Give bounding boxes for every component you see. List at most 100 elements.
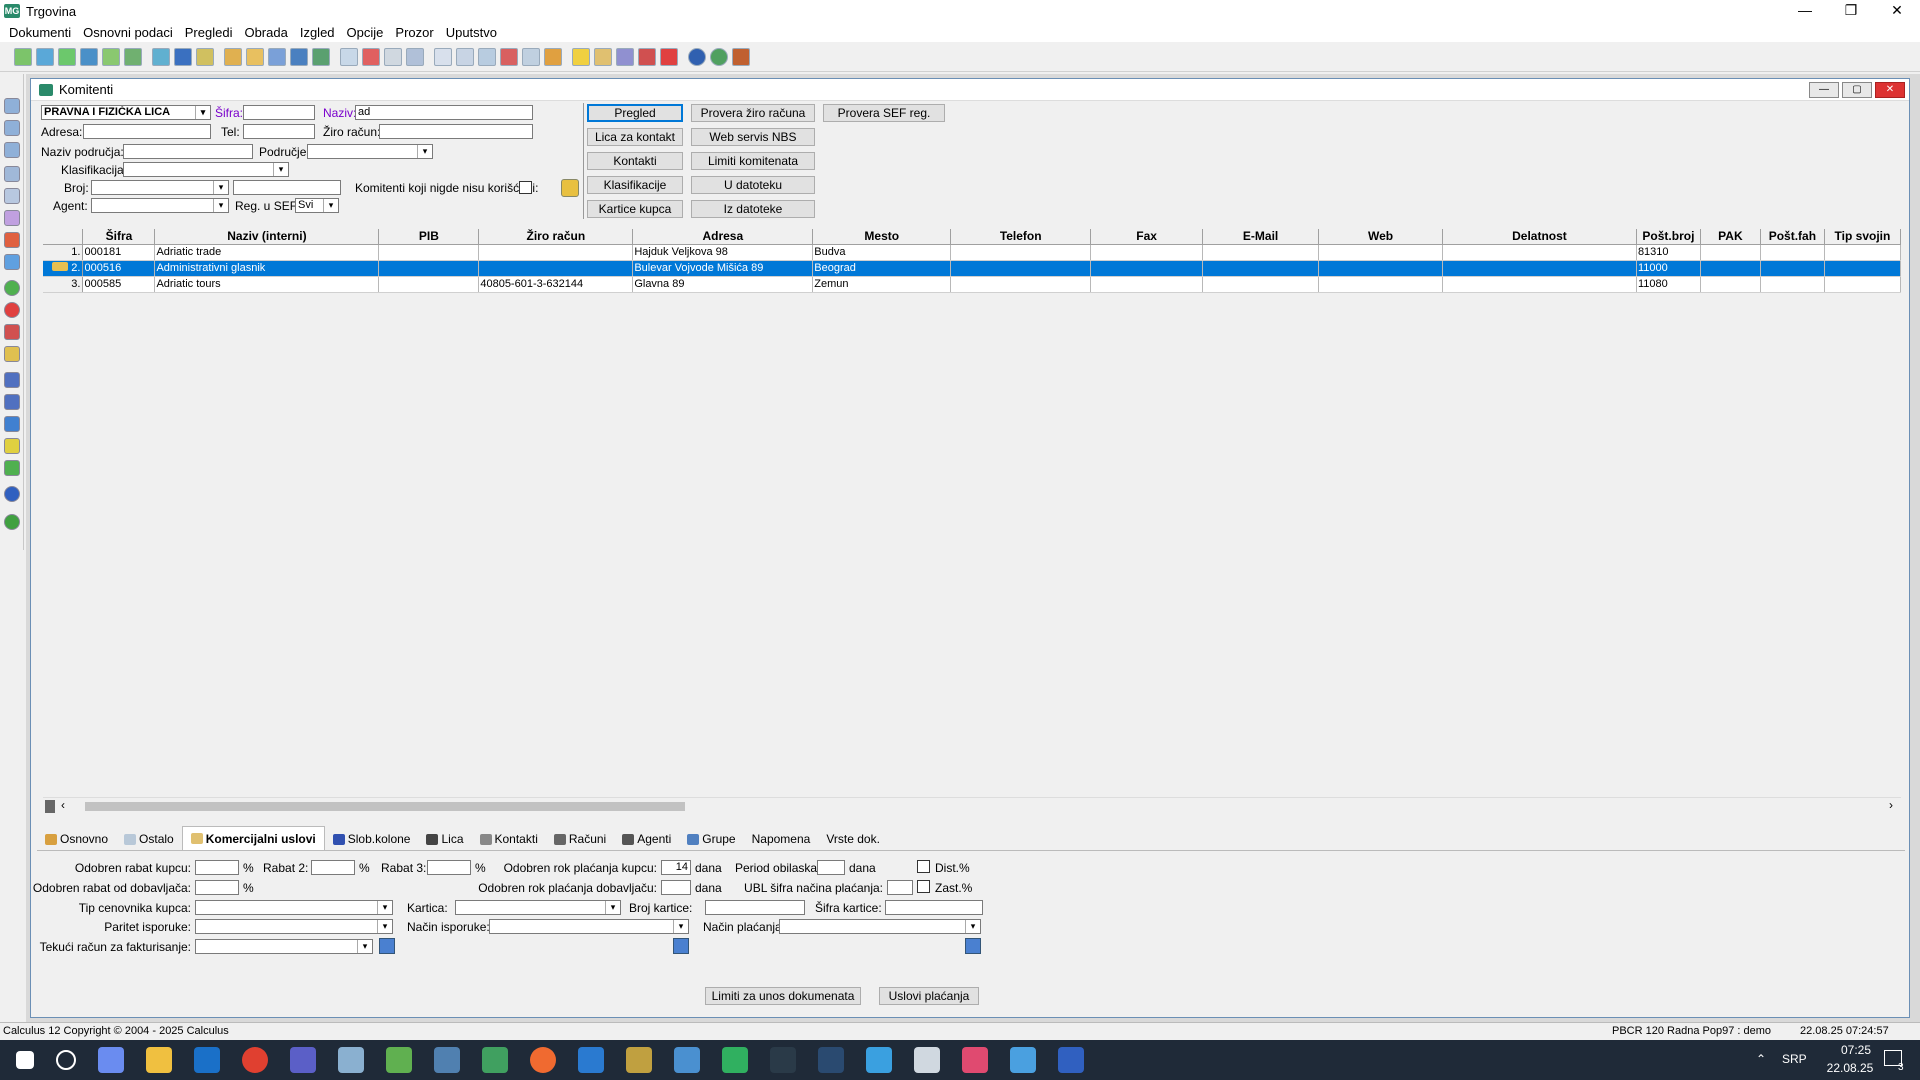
git-icon[interactable] [626,1047,652,1073]
notepad-icon[interactable] [338,1047,364,1073]
provera-ziro-button[interactable]: Provera žiro računa [691,104,815,122]
cell-pib[interactable] [378,260,480,277]
limiti-komitenata-button[interactable]: Limiti komitenata [691,152,815,170]
copy-icon[interactable] [478,47,496,66]
cell-ziro[interactable] [478,244,634,261]
rabat2-input[interactable] [311,860,355,875]
col-telefon[interactable]: Telefon [950,229,1092,245]
mdi-minimize-icon[interactable]: — [1809,82,1839,98]
dist-checkbox[interactable] [917,860,930,873]
cell-naziv[interactable]: Adriatic tours [154,276,380,293]
language-indicator[interactable]: SRP [1782,1052,1807,1066]
uslovi-placanja-button[interactable]: Uslovi plaćanja [879,987,979,1005]
menu-uputstvo[interactable]: Uputstvo [440,25,503,40]
col-pib[interactable]: PIB [378,229,480,245]
tab-ostalo[interactable]: Ostalo [116,828,182,850]
chart-icon[interactable] [500,47,518,66]
side-help-icon[interactable] [4,486,20,502]
print-icon[interactable] [124,47,142,66]
mdi-maximize-icon[interactable]: ▢ [1842,82,1872,98]
nacin-isporuke-combo[interactable]: ▾ [489,919,689,934]
window-icon[interactable] [522,47,540,66]
file-explorer-icon[interactable] [146,1047,172,1073]
delete-icon[interactable] [362,47,380,66]
side-cut-icon[interactable] [4,232,20,248]
teams-icon[interactable] [290,1047,316,1073]
tab-slob-kolone[interactable]: Slob.kolone [325,828,419,850]
lica-za-kontakt-button[interactable]: Lica za kontakt [587,128,683,146]
menu-izgled[interactable]: Izgled [294,25,341,40]
help-icon[interactable] [688,47,706,66]
clock-date[interactable]: 22.08.25 [1818,1061,1882,1075]
col-fax[interactable]: Fax [1090,229,1204,245]
mdi-close-icon[interactable]: ✕ [1875,82,1905,98]
broj-input[interactable] [233,180,341,195]
cell-fax[interactable] [1090,260,1204,277]
cell-email[interactable] [1202,260,1320,277]
cell-telefon[interactable] [950,244,1092,261]
menu-opcije[interactable]: Opcije [341,25,390,40]
cell-sifra[interactable]: 000181 [82,244,156,261]
new-document-icon[interactable] [14,47,32,66]
tab-grupe[interactable]: Grupe [679,828,743,850]
cell-tip-svojine[interactable] [1824,260,1902,277]
cell-post-fah[interactable] [1760,260,1825,277]
ziro-input[interactable] [379,124,533,139]
layout-icon[interactable] [434,47,452,66]
col-delatnost[interactable]: Delatnost [1442,229,1637,245]
find-next-icon[interactable] [4,394,20,410]
editor-icon[interactable] [386,1047,412,1073]
cell-ziro[interactable] [478,260,634,277]
kartica-combo[interactable]: ▾ [455,900,621,915]
tab-agenti[interactable]: Agenti [614,828,679,850]
kontakti-button[interactable]: Kontakti [587,152,683,170]
tool-icon[interactable] [482,1047,508,1073]
tel-input[interactable] [243,124,315,139]
cell-mesto[interactable]: Budva [812,244,952,261]
cell-sifra[interactable]: 000516 [82,260,156,277]
col-email[interactable]: E-Mail [1202,229,1320,245]
sort-icon[interactable] [4,416,20,432]
rok-dobavljacu-input[interactable] [661,880,691,895]
report-icon[interactable] [268,47,286,66]
rok-kupcu-input[interactable]: 14 [661,860,691,875]
cell-pak[interactable] [1700,244,1761,261]
tip-cenovnika-combo[interactable]: ▾ [195,900,393,915]
web-servis-button[interactable]: Web servis NBS [691,128,815,146]
cell-fax[interactable] [1090,244,1204,261]
side-ok-icon[interactable] [4,514,20,530]
cell-delatnost[interactable] [1442,244,1637,261]
cell-delatnost[interactable] [1442,276,1637,293]
sifra-input[interactable] [243,105,315,120]
close-icon[interactable]: ✕ [1874,0,1920,22]
gear-icon[interactable] [616,47,634,66]
remove-record-icon[interactable] [4,302,20,318]
cell-adresa[interactable]: Bulevar Vojvode Mišića 89 [632,260,814,277]
cell-post-fah[interactable] [1760,276,1825,293]
exit-icon[interactable] [732,47,750,66]
col-pak[interactable]: PAK [1700,229,1761,245]
zast-checkbox[interactable] [917,880,930,893]
scroll-left-icon[interactable]: ‹ [61,798,65,812]
add-record-icon[interactable] [4,280,20,296]
nacin-isporuke-lookup-icon[interactable] [673,938,689,954]
heart-icon[interactable] [660,47,678,66]
powershell-icon[interactable] [818,1047,844,1073]
folder-icon[interactable] [196,47,214,66]
tag-icon[interactable] [594,47,612,66]
col-post-fah[interactable]: Pošt.fah [1760,229,1825,245]
cell-ziro[interactable]: 40805-601-3-632144 [478,276,634,293]
screen-icon[interactable] [914,1047,940,1073]
menu-dokumenti[interactable]: Dokumenti [3,25,77,40]
side-detail-icon[interactable] [4,142,20,158]
columns-icon[interactable] [456,47,474,66]
iz-datoteke-button[interactable]: Iz datoteke [691,200,815,218]
menu-pregledi[interactable]: Pregledi [179,25,239,40]
ubl-sifra-input[interactable] [887,880,913,895]
rabat-kupcu-input[interactable] [195,860,239,875]
col-web[interactable]: Web [1318,229,1444,245]
adresa-input[interactable] [83,124,211,139]
period-obilaska-input[interactable] [817,860,845,875]
app-orange-icon[interactable] [530,1047,556,1073]
cell-pak[interactable] [1700,260,1761,277]
